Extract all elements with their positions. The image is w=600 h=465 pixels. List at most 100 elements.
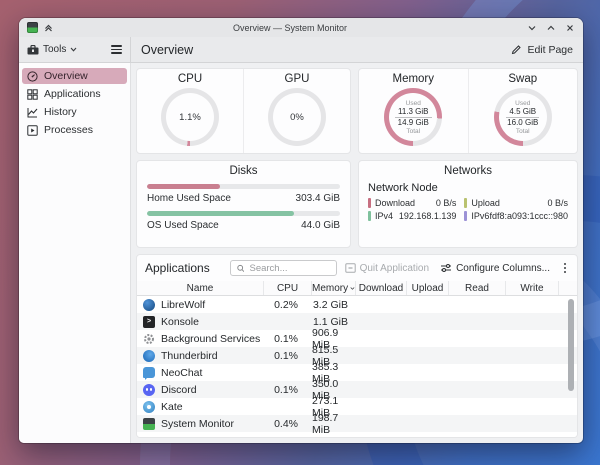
desktop-wallpaper: Overview — System Monitor Tools — [0, 0, 600, 465]
scrollbar-thumb[interactable] — [568, 299, 574, 391]
table-row-librewolf[interactable]: LibreWolf 0.2% 3.2 GiB — [137, 296, 577, 313]
memory-used-label: Used — [406, 100, 421, 107]
column-header-download[interactable]: Download — [356, 281, 407, 295]
search-input[interactable] — [249, 263, 329, 274]
applications-card: Applications Quit Application — [136, 254, 578, 438]
stat-value: 192.168.1.139 — [393, 211, 456, 221]
table-row-discord[interactable]: Discord 0.1% 350.0 MiB — [137, 381, 577, 398]
tools-menu-button[interactable]: Tools — [27, 44, 77, 55]
stat-label: Upload — [471, 198, 500, 208]
sidebar-menu-icon[interactable] — [109, 43, 124, 56]
memory-donut: Used 11.3 GiB 14.9 GiB Total — [384, 88, 442, 146]
stat-label: IPv4 — [375, 211, 393, 221]
app-name: NeoChat — [161, 367, 202, 379]
app-cpu: 0.4% — [264, 415, 312, 432]
swap-used-value: 4.5 GiB — [506, 107, 539, 119]
network-node-name: Network Node — [368, 182, 568, 194]
page-title: Overview — [141, 43, 193, 57]
keep-above-icon[interactable] — [44, 23, 53, 32]
search-field[interactable] — [230, 260, 337, 276]
swap-used-label: Used — [515, 100, 530, 107]
memory-title: Memory — [392, 73, 434, 85]
column-header-write[interactable]: Write — [506, 281, 559, 295]
column-header-upload[interactable]: Upload — [407, 281, 449, 295]
discord-icon — [143, 384, 155, 396]
memory-total-label: Total — [406, 128, 420, 135]
memory-swap-card: Memory Used 11.3 GiB 14.9 GiB Total — [358, 68, 578, 154]
app-name: Thunderbird — [161, 350, 218, 362]
table-row-kate[interactable]: Kate 273.1 MiB — [137, 398, 577, 415]
disks-card: Disks Home Used Space 303.4 GiB OS Use — [136, 160, 351, 248]
column-header-memory[interactable]: Memory — [312, 281, 356, 295]
table-row-background-services[interactable]: Background Services 0.1% 906.9 MiB — [137, 330, 577, 347]
app-cpu — [264, 313, 312, 330]
network-upload-stat: Upload 0 B/s — [464, 198, 568, 208]
table-scrollbar[interactable] — [568, 299, 574, 433]
chevron-down-icon — [70, 47, 77, 52]
table-row-konsole[interactable]: >Konsole 1.1 GiB — [137, 313, 577, 330]
app-memory: 198.7 MiB — [312, 415, 356, 432]
pencil-icon — [511, 44, 522, 55]
column-header-cpu[interactable]: CPU — [264, 281, 312, 295]
app-cpu: 0.1% — [264, 330, 312, 347]
column-header-read[interactable]: Read — [449, 281, 506, 295]
overflow-menu-icon[interactable] — [561, 263, 569, 272]
configure-columns-icon — [440, 263, 452, 273]
app-icon — [27, 22, 38, 33]
sidebar-item-label: History — [44, 106, 77, 118]
quit-application-button[interactable]: Quit Application — [345, 263, 430, 274]
networks-card: Networks Network Node Download 0 B/s Upl… — [358, 160, 578, 248]
app-name: LibreWolf — [161, 299, 205, 311]
disk-value: 303.4 GiB — [296, 193, 340, 204]
table-row-thunderbird[interactable]: Thunderbird 0.1% 815.5 MiB — [137, 347, 577, 364]
sidebar: Overview Applications History — [19, 63, 131, 443]
app-cpu: 0.1% — [264, 347, 312, 364]
table-row-neochat[interactable]: NeoChat 385.3 MiB — [137, 364, 577, 381]
app-name: Discord — [161, 384, 197, 396]
swap-donut: Used 4.5 GiB 16.0 GiB Total — [494, 88, 552, 146]
cpu-donut: 1.1% — [161, 88, 219, 146]
disk-name: OS Used Space — [147, 220, 219, 231]
app-name: Konsole — [161, 316, 199, 328]
close-button[interactable] — [565, 23, 575, 33]
gpu-donut: 0% — [268, 88, 326, 146]
edit-page-label: Edit Page — [527, 44, 573, 56]
download-color-chip — [368, 198, 371, 208]
gpu-gauge: GPU 0% — [243, 69, 350, 153]
cpu-gpu-card: CPU 1.1% GPU 0% — [136, 68, 351, 154]
minimize-button[interactable] — [527, 23, 537, 33]
sidebar-item-processes[interactable]: Processes — [22, 122, 127, 138]
sidebar-item-label: Processes — [44, 124, 93, 136]
app-cpu: 0.2% — [264, 296, 312, 313]
table-row-system-monitor[interactable]: System Monitor 0.4% 198.7 MiB — [137, 415, 577, 432]
swap-total-label: Total — [516, 128, 530, 135]
sidebar-item-overview[interactable]: Overview — [22, 68, 127, 84]
quit-application-label: Quit Application — [360, 263, 430, 274]
configure-columns-button[interactable]: Configure Columns... — [440, 263, 550, 274]
stat-value: 0 B/s — [500, 198, 568, 208]
stat-value: 0 B/s — [415, 198, 456, 208]
network-download-stat: Download 0 B/s — [368, 198, 456, 208]
table-header: Name CPU Memory Download Upload Read Wri… — [137, 281, 577, 296]
column-header-name[interactable]: Name — [137, 281, 264, 295]
app-name: System Monitor — [161, 418, 234, 430]
quit-application-icon — [345, 263, 356, 273]
stat-label: Download — [375, 198, 415, 208]
sidebar-item-history[interactable]: History — [22, 104, 127, 120]
memory-gauge: Memory Used 11.3 GiB 14.9 GiB Total — [359, 69, 468, 153]
neochat-icon — [143, 367, 155, 379]
gpu-value: 0% — [290, 112, 304, 123]
os-usage-bar — [147, 211, 294, 216]
disk-value: 44.0 GiB — [301, 220, 340, 231]
edit-page-button[interactable]: Edit Page — [511, 44, 573, 56]
app-name: Background Services — [161, 333, 260, 345]
maximize-button[interactable] — [546, 23, 556, 33]
sidebar-item-applications[interactable]: Applications — [22, 86, 127, 102]
tools-label: Tools — [43, 44, 66, 55]
table-body: LibreWolf 0.2% 3.2 GiB >Konsole 1.1 GiB — [137, 296, 577, 437]
upload-color-chip — [464, 198, 467, 208]
ipv6-color-chip — [464, 211, 467, 221]
titlebar[interactable]: Overview — System Monitor — [19, 18, 583, 37]
swap-total-value: 16.0 GiB — [507, 118, 538, 128]
overview-page: CPU 1.1% GPU 0% — [131, 63, 583, 443]
